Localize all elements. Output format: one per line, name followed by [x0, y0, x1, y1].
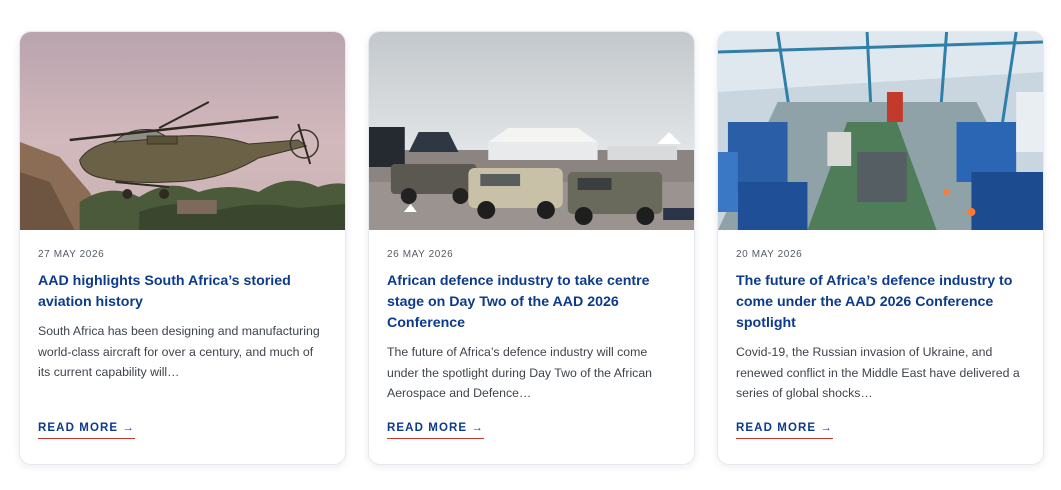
article-title-link[interactable]: African defence industry to take centre …	[387, 271, 676, 334]
news-card[interactable]: 27 MAY 2026 AAD highlights South Africa’…	[19, 31, 346, 465]
read-more-label: READ MORE	[38, 422, 119, 434]
arrow-right-icon: →	[820, 422, 833, 434]
article-title-link[interactable]: The future of Africa’s defence industry …	[736, 271, 1025, 334]
article-date: 26 MAY 2026	[387, 249, 454, 260]
arrow-right-icon: →	[122, 422, 135, 434]
article-date: 27 MAY 2026	[38, 249, 105, 260]
article-title-link[interactable]: AAD highlights South Africa’s storied av…	[38, 271, 327, 313]
article-excerpt: The future of Africa’s defence industry …	[387, 345, 653, 401]
article-excerpt: South Africa has been designing and manu…	[38, 324, 320, 380]
arrow-right-icon: →	[471, 422, 484, 434]
factory-floor-image[interactable]	[718, 32, 1043, 230]
read-more-link[interactable]: READ MORE →	[38, 422, 135, 439]
article-date: 20 MAY 2026	[736, 249, 803, 260]
read-more-link[interactable]: READ MORE →	[736, 422, 833, 439]
news-card-grid: 27 MAY 2026 AAD highlights South Africa’…	[19, 31, 1044, 465]
read-more-label: READ MORE	[387, 422, 468, 434]
attack-helicopter-image[interactable]	[20, 32, 345, 230]
armoured-vehicles-exhibition-image[interactable]	[369, 32, 694, 230]
news-card[interactable]: 26 MAY 2026 African defence industry to …	[368, 31, 695, 465]
read-more-label: READ MORE	[736, 422, 817, 434]
read-more-link[interactable]: READ MORE →	[387, 422, 484, 439]
article-excerpt: Covid-19, the Russian invasion of Ukrain…	[736, 345, 1020, 401]
news-card[interactable]: 20 MAY 2026 The future of Africa’s defen…	[717, 31, 1044, 465]
